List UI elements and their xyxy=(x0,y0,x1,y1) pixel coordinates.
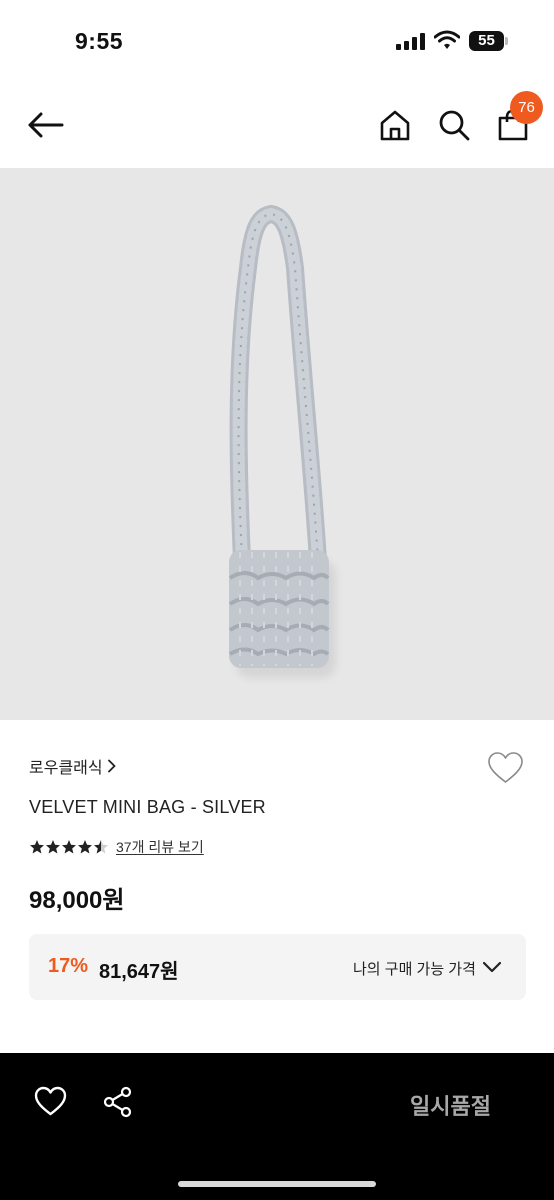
share-icon[interactable] xyxy=(102,1086,134,1118)
star-rating xyxy=(30,840,108,854)
home-icon[interactable] xyxy=(378,108,412,142)
star-icon xyxy=(78,840,92,854)
top-nav xyxy=(0,80,554,168)
chevron-down-icon xyxy=(482,961,502,973)
status-bar: 9:55 55 xyxy=(0,0,554,80)
rating-row: 37개 리뷰 보기 xyxy=(29,836,204,858)
heart-icon[interactable] xyxy=(34,1086,67,1117)
discount-price: 81,647원 xyxy=(99,961,179,983)
star-icon xyxy=(30,840,44,854)
discount-label: 나의 구매 가능 가격 xyxy=(353,961,476,978)
brand-name: 로우클래식 xyxy=(29,760,103,777)
product-name: VELVET MINI BAG - SILVER xyxy=(29,797,266,817)
review-link[interactable]: 37개 리뷰 보기 xyxy=(116,837,204,857)
star-icon xyxy=(46,840,60,854)
status-time: 9:55 xyxy=(75,28,124,54)
discount-rate: 17% xyxy=(48,955,89,977)
battery-level: 55 xyxy=(469,31,504,51)
product-price: 98,000원 xyxy=(29,887,125,914)
home-indicator xyxy=(178,1181,376,1187)
product-image[interactable] xyxy=(0,168,554,720)
battery-icon: 55 xyxy=(469,31,509,51)
cellular-signal-icon xyxy=(396,33,425,50)
half-star-icon xyxy=(94,840,108,854)
discount-price-dropdown[interactable]: 17% 81,647원 나의 구매 가능 가격 xyxy=(29,934,526,1000)
wishlist-heart-icon[interactable] xyxy=(487,751,524,785)
sold-out-button[interactable]: 일시품절 xyxy=(410,1089,491,1121)
chevron-right-icon xyxy=(107,759,116,773)
star-icon xyxy=(62,840,76,854)
cart-count-badge: 76 xyxy=(510,91,543,124)
back-arrow-icon[interactable] xyxy=(26,110,64,140)
wifi-icon xyxy=(434,30,460,49)
search-icon[interactable] xyxy=(437,108,471,142)
brand-link[interactable]: 로우클래식 xyxy=(29,754,117,778)
product-photo xyxy=(228,204,336,678)
bottom-action-bar: 일시품절 xyxy=(0,1053,554,1200)
